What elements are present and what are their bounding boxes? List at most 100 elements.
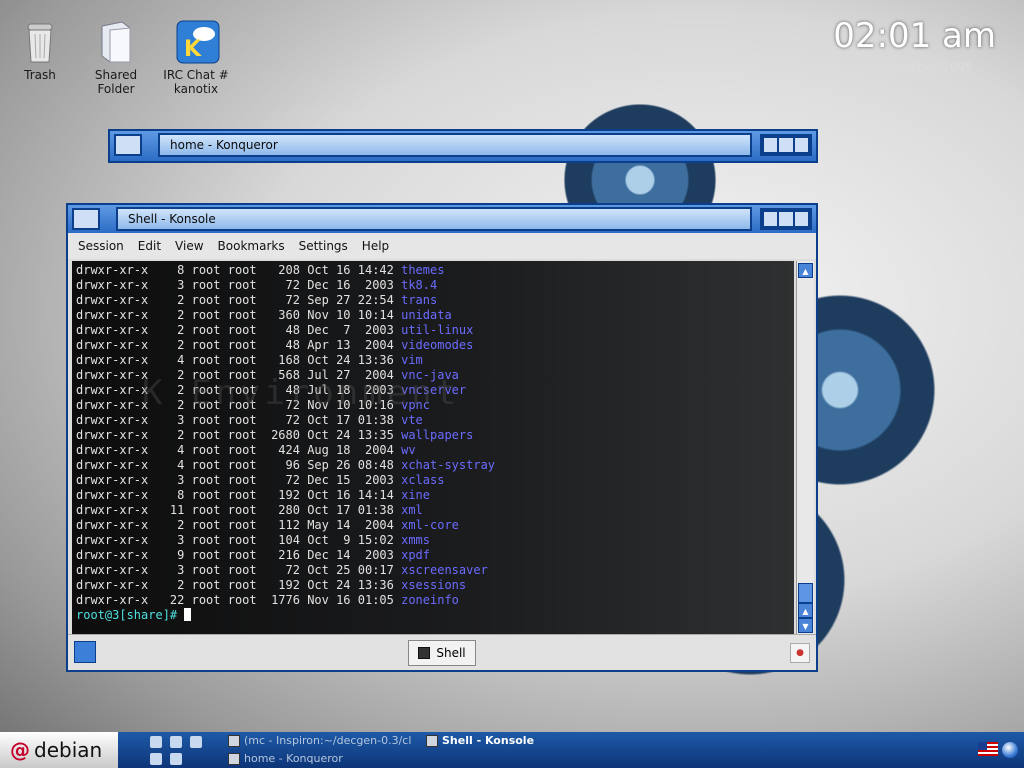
start-menu-button[interactable]: @ debian — [0, 732, 118, 768]
trash-icon — [20, 20, 60, 64]
minimize-button[interactable] — [764, 138, 778, 152]
ls-row-filename: xmms — [401, 533, 431, 547]
ls-row-filename: trans — [401, 293, 438, 307]
scroll-up-button[interactable]: ▲ — [798, 263, 813, 278]
menu-settings[interactable]: Settings — [299, 239, 348, 253]
system-tray — [978, 742, 1018, 758]
ls-row-meta: drwxr-xr-x 4 root root 168 Oct 24 13:36 — [76, 353, 402, 367]
debian-logo-icon: @ — [10, 738, 30, 762]
ls-row-filename: util-linux — [401, 323, 474, 337]
task-konqueror[interactable]: home - Konqueror — [228, 750, 343, 768]
ls-row-meta: drwxr-xr-x 8 root root 208 Oct 16 14:42 — [76, 263, 402, 277]
ls-row-meta: drwxr-xr-x 2 root root 48 Dec 7 2003 — [76, 323, 402, 337]
ls-row: drwxr-xr-x 8 root root 192 Oct 16 14:14 … — [76, 488, 794, 503]
close-session-button[interactable]: ● — [790, 643, 810, 663]
ls-row-filename: xpdf — [401, 548, 431, 562]
ls-row-meta: drwxr-xr-x 8 root root 192 Oct 16 14:14 — [76, 488, 402, 502]
ls-row-meta: drwxr-xr-x 9 root root 216 Dec 14 2003 — [76, 548, 402, 562]
terminal-view[interactable]: K Environment drwxr-xr-x 8 root root 208… — [72, 261, 794, 635]
ls-row: drwxr-xr-x 22 root root 1776 Nov 16 01:0… — [76, 593, 794, 608]
text-cursor — [184, 608, 192, 621]
window-title: Shell - Konsole — [116, 207, 752, 231]
ls-row-filename: xscreensaver — [401, 563, 488, 577]
ls-row-filename: tk8.4 — [401, 278, 438, 292]
task-konsole[interactable]: Shell - Konsole — [426, 732, 534, 750]
terminal-icon — [426, 735, 438, 747]
ls-row-filename: xml-core — [401, 518, 459, 532]
ls-row: drwxr-xr-x 3 root root 72 Oct 17 01:38 v… — [76, 413, 794, 428]
terminal-scrollbar[interactable]: ▲ ▲ ▼ — [796, 261, 814, 635]
ls-row-filename: xml — [401, 503, 423, 517]
scroll-down-button[interactable]: ▼ — [798, 618, 813, 633]
ls-row-meta: drwxr-xr-x 2 root root 72 Sep 27 22:54 — [76, 293, 402, 307]
ls-row: drwxr-xr-x 4 root root 96 Sep 26 08:48 x… — [76, 458, 794, 473]
ls-row: drwxr-xr-x 2 root root 2680 Oct 24 13:35… — [76, 428, 794, 443]
konsole-titlebar[interactable]: Shell - Konsole — [68, 205, 816, 233]
user-icon[interactable] — [150, 753, 162, 765]
clock-date: 25 November 2005 — [856, 60, 973, 74]
ls-row: drwxr-xr-x 2 root root 360 Nov 10 10:14 … — [76, 308, 794, 323]
mail-icon[interactable] — [190, 736, 202, 748]
terminal-icon — [228, 735, 240, 747]
taskbar: @ debian (mc - Inspiron:~/decgen-0.3/cl … — [0, 732, 1024, 768]
terminal-icon — [418, 647, 431, 659]
window-controls[interactable] — [760, 134, 812, 156]
terminal-icon[interactable] — [170, 736, 182, 748]
ls-row-filename: xine — [401, 488, 431, 502]
scroll-up-button[interactable]: ▲ — [798, 603, 813, 618]
task-label: Shell - Konsole — [442, 734, 535, 747]
maximize-button[interactable] — [779, 138, 793, 152]
konqueror-titlebar[interactable]: home - Konqueror — [110, 131, 816, 161]
desktop-icon-shared-folder[interactable]: Shared Folder — [76, 20, 156, 96]
browser-icon[interactable] — [150, 736, 162, 748]
ls-row-meta: drwxr-xr-x 22 root root 1776 Nov 16 01:0… — [76, 593, 402, 607]
ls-row-meta: drwxr-xr-x 2 root root 48 Apr 13 2004 — [76, 338, 402, 352]
desktop-icon-label: Shared — [94, 68, 138, 82]
scrollbar-thumb[interactable] — [798, 583, 813, 603]
close-button[interactable] — [794, 212, 808, 226]
menu-bookmarks[interactable]: Bookmarks — [218, 239, 285, 253]
ls-row-meta: drwxr-xr-x 2 root root 192 Oct 24 13:36 — [76, 578, 402, 592]
close-button[interactable] — [794, 138, 808, 152]
ls-row-filename: vim — [401, 353, 423, 367]
konqueror-window[interactable]: home - Konqueror — [108, 129, 818, 163]
ls-row-filename: themes — [401, 263, 445, 277]
maximize-button[interactable] — [779, 212, 793, 226]
ls-row-filename: videomodes — [401, 338, 474, 352]
task-label: home - Konqueror — [244, 752, 343, 765]
svg-text:K: K — [184, 37, 202, 62]
task-label: (mc - Inspiron:~/decgen-0.3/cl — [244, 734, 412, 747]
start-label: debian — [34, 738, 103, 762]
window-menu-button[interactable] — [114, 134, 142, 156]
desktop-icon-label: Folder — [97, 82, 135, 96]
clock-time: 02:01 am — [833, 16, 996, 56]
window-controls[interactable] — [760, 208, 812, 230]
menu-view[interactable]: View — [175, 239, 203, 253]
ls-row: drwxr-xr-x 2 root root 72 Sep 27 22:54 t… — [76, 293, 794, 308]
ls-row-filename: xchat-systray — [401, 458, 496, 472]
desktop-icon-label: kanotix — [173, 82, 219, 96]
task-mc[interactable]: (mc - Inspiron:~/decgen-0.3/cl — [228, 732, 418, 750]
chat-icon: K — [176, 20, 220, 64]
konsole-tabbar: Shell ● — [68, 634, 816, 670]
keyboard-layout-flag-icon[interactable] — [978, 742, 998, 756]
menu-edit[interactable]: Edit — [138, 239, 161, 253]
quick-launch — [150, 736, 210, 766]
tab-shell[interactable]: Shell — [408, 640, 476, 666]
window-menu-button[interactable] — [72, 208, 100, 230]
terminal-prompt-line[interactable]: root@3[share]# — [76, 608, 794, 623]
network-globe-icon[interactable] — [1002, 742, 1018, 758]
menu-session[interactable]: Session — [78, 239, 124, 253]
konsole-window[interactable]: Shell - Konsole Session Edit View Bookma… — [66, 203, 818, 672]
ls-row-filename: wallpapers — [401, 428, 474, 442]
desktop-icon-irc-chat[interactable]: K IRC Chat # kanotix — [156, 20, 236, 96]
terminal-output: drwxr-xr-x 8 root root 208 Oct 16 14:42 … — [76, 263, 794, 608]
minimize-button[interactable] — [764, 212, 778, 226]
settings-icon[interactable] — [170, 753, 182, 765]
ls-row-meta: drwxr-xr-x 2 root root 112 May 14 2004 — [76, 518, 402, 532]
new-session-button[interactable] — [74, 641, 96, 663]
desktop-icon-trash[interactable]: Trash — [0, 20, 80, 82]
menu-help[interactable]: Help — [362, 239, 389, 253]
ls-row-meta: drwxr-xr-x 3 root root 72 Oct 17 01:38 — [76, 413, 402, 427]
ls-row: drwxr-xr-x 11 root root 280 Oct 17 01:38… — [76, 503, 794, 518]
